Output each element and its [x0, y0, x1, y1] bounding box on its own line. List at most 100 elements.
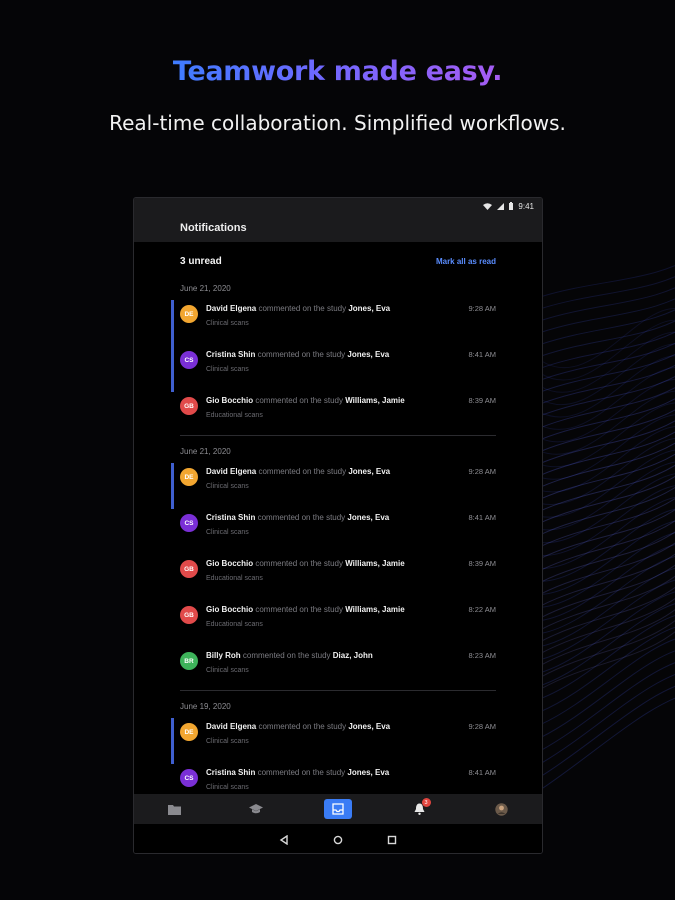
notification-action: commented on the study	[242, 651, 331, 660]
notification-text: Billy Roh commented on the study Diaz, J…	[206, 651, 456, 660]
notification-time: 8:39 AM	[468, 396, 496, 405]
unread-indicator	[171, 718, 174, 764]
notification-action: commented on the study	[258, 467, 347, 476]
status-time: 9:41	[518, 201, 534, 211]
avatar: GB	[180, 397, 198, 415]
study-category: Clinical scans	[206, 366, 249, 373]
notification-action: commented on the study	[258, 722, 347, 731]
battery-icon	[509, 202, 514, 210]
study-category: Educational scans	[206, 621, 263, 628]
notification-text: Gio Bocchio commented on the study Willi…	[206, 559, 456, 568]
author-name: David Elgena	[206, 467, 257, 476]
unread-indicator	[171, 463, 174, 509]
author-name: Gio Bocchio	[206, 559, 254, 568]
avatar: CS	[180, 769, 198, 787]
hero-subtitle: Real-time collaboration. Simplified work…	[109, 111, 566, 135]
notification-action: commented on the study	[257, 513, 346, 522]
avatar: CS	[180, 514, 198, 532]
tab-graduation-cap[interactable]	[242, 799, 270, 819]
study-name: Williams, Jamie	[345, 396, 405, 405]
avatar: GB	[180, 606, 198, 624]
notification-action: commented on the study	[255, 605, 343, 614]
back-triangle-icon[interactable]	[279, 834, 289, 845]
study-name: Diaz, John	[332, 651, 373, 660]
study-category: Clinical scans	[206, 320, 249, 327]
notification-action: commented on the study	[255, 396, 343, 405]
avatar: DE	[180, 305, 198, 323]
notification-badge: 3	[421, 798, 431, 807]
home-circle-icon[interactable]	[333, 835, 343, 845]
notification-text: David Elgena commented on the study Jone…	[206, 467, 456, 476]
avatar: BR	[180, 652, 198, 670]
avatar: GB	[180, 560, 198, 578]
notification-item[interactable]: DE David Elgena commented on the study Jo…	[180, 721, 496, 761]
notification-text: Cristina Shin commented on the study Jon…	[206, 513, 456, 522]
study-category: Clinical scans	[206, 483, 249, 490]
status-bar: 9:41	[134, 198, 542, 214]
unread-indicator	[171, 346, 174, 392]
unread-summary: 3 unread Mark all as read	[180, 256, 496, 267]
notification-item[interactable]: GB Gio Bocchio commented on the study Wil…	[180, 604, 496, 644]
notification-item[interactable]: CS Cristina Shin commented on the study J…	[180, 349, 496, 389]
author-name: Cristina Shin	[206, 513, 256, 522]
tab-inbox-tray[interactable]	[323, 799, 352, 819]
tab-profile-avatar[interactable]	[487, 799, 515, 819]
notification-text: David Elgena commented on the study Jone…	[206, 722, 456, 731]
tab-bell[interactable]: 3	[406, 798, 434, 819]
study-category: Educational scans	[206, 412, 263, 419]
unread-count: 3 unread	[180, 256, 222, 267]
folder-icon	[168, 804, 182, 815]
notification-action: commented on the study	[257, 350, 346, 359]
notification-time: 9:28 AM	[468, 304, 496, 313]
study-category: Educational scans	[206, 575, 263, 582]
author-name: Gio Bocchio	[206, 396, 254, 405]
recents-square-icon[interactable]	[387, 835, 397, 845]
author-name: Gio Bocchio	[206, 605, 254, 614]
bottom-tab-bar: 3	[134, 794, 542, 824]
author-name: Cristina Shin	[206, 768, 256, 777]
notification-item[interactable]: GB Gio Bocchio commented on the study Wil…	[180, 558, 496, 598]
notification-item[interactable]: DE David Elgena commented on the study Jo…	[180, 466, 496, 506]
avatar: DE	[180, 468, 198, 486]
notification-time: 8:39 AM	[468, 559, 496, 568]
author-name: Billy Roh	[206, 651, 241, 660]
study-name: Jones, Eva	[347, 350, 390, 359]
notification-item[interactable]: DE David Elgena commented on the study Jo…	[180, 303, 496, 343]
notification-action: commented on the study	[257, 768, 346, 777]
notification-text: Cristina Shin commented on the study Jon…	[206, 768, 456, 777]
notification-text: Cristina Shin commented on the study Jon…	[206, 350, 456, 359]
avatar: DE	[180, 723, 198, 741]
study-name: Jones, Eva	[347, 768, 390, 777]
notification-item[interactable]: CS Cristina Shin commented on the study J…	[180, 767, 496, 794]
notification-time: 8:41 AM	[468, 768, 496, 777]
tab-folder[interactable]	[161, 799, 189, 819]
notification-time: 8:22 AM	[468, 605, 496, 614]
date-header: June 21, 2020	[180, 284, 231, 293]
notification-time: 9:28 AM	[468, 722, 496, 731]
author-name: David Elgena	[206, 304, 257, 313]
notification-action: commented on the study	[255, 559, 343, 568]
unread-indicator	[171, 300, 174, 346]
study-name: Williams, Jamie	[345, 605, 405, 614]
notification-item[interactable]: GB Gio Bocchio commented on the study Wil…	[180, 395, 496, 435]
date-header: June 19, 2020	[180, 702, 231, 711]
notification-text: David Elgena commented on the study Jone…	[206, 304, 456, 313]
notification-time: 9:28 AM	[468, 467, 496, 476]
app-bar: Notifications	[134, 214, 542, 242]
group-divider	[180, 690, 496, 691]
notification-item[interactable]: CS Cristina Shin commented on the study J…	[180, 512, 496, 552]
notification-time: 8:41 AM	[468, 350, 496, 359]
notification-item[interactable]: BR Billy Roh commented on the study Diaz,…	[180, 650, 496, 690]
date-header: June 21, 2020	[180, 447, 231, 456]
study-name: Jones, Eva	[348, 467, 391, 476]
study-name: Jones, Eva	[348, 304, 391, 313]
notification-text: Gio Bocchio commented on the study Willi…	[206, 605, 456, 614]
notification-action: commented on the study	[258, 304, 347, 313]
study-name: Jones, Eva	[347, 513, 390, 522]
study-category: Clinical scans	[206, 529, 249, 536]
author-name: Cristina Shin	[206, 350, 256, 359]
study-name: Williams, Jamie	[345, 559, 405, 568]
mark-all-read-button[interactable]: Mark all as read	[436, 257, 496, 266]
inbox-tray-icon	[332, 803, 344, 815]
notifications-list[interactable]: 3 unread Mark all as read June 21, 2020 D…	[134, 242, 542, 794]
